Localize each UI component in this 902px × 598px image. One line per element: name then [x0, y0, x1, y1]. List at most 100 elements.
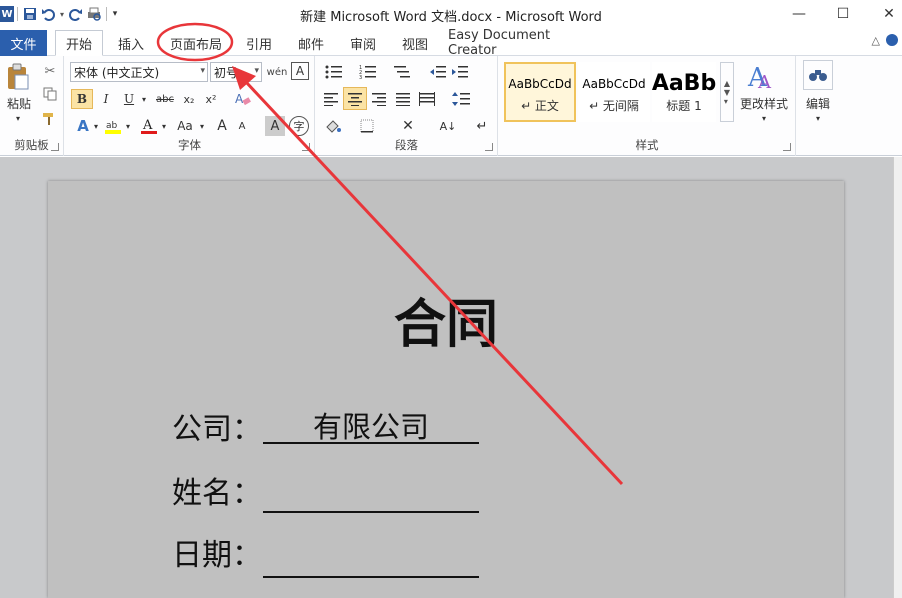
- tab-mailings[interactable]: 邮件: [292, 30, 330, 56]
- enclose-characters-button[interactable]: 字: [289, 116, 309, 136]
- paste-dropdown-icon[interactable]: ▾: [12, 112, 24, 124]
- tab-insert[interactable]: 插入: [110, 30, 152, 56]
- clear-formatting-icon[interactable]: A: [233, 89, 253, 109]
- font-size-dropdown-icon[interactable]: ▾: [254, 66, 259, 76]
- style-heading-1-label: 标题 1: [666, 98, 702, 113]
- date-label: 日期：: [172, 538, 262, 573]
- styles-scroll-icon[interactable]: ▲ ▼ ▾: [720, 62, 734, 122]
- clipboard-group: 粘贴 ▾ ✂ 剪贴板: [0, 56, 64, 156]
- cut-icon[interactable]: ✂: [40, 62, 60, 80]
- tab-easy-document-creator[interactable]: Easy Document Creator: [448, 28, 598, 58]
- vertical-scrollbar[interactable]: [893, 157, 902, 598]
- font-name-dropdown-icon[interactable]: ▾: [200, 66, 205, 76]
- strikethrough-button[interactable]: abc: [153, 89, 177, 109]
- font-group: 宋体 (中文正文) ▾ 初号 ▾ wén A B I U ▾ abc x₂ x²…: [65, 56, 315, 156]
- grow-font-button[interactable]: A: [213, 116, 231, 136]
- paste-icon[interactable]: [4, 62, 32, 92]
- paragraph-launcher-icon[interactable]: [485, 143, 493, 151]
- italic-button[interactable]: I: [96, 89, 116, 109]
- maximize-button[interactable]: ☐: [820, 0, 866, 28]
- clipboard-launcher-icon[interactable]: [51, 143, 59, 151]
- tab-file[interactable]: 文件: [0, 30, 47, 56]
- editing-group: 编辑 ▾: [797, 56, 839, 156]
- help-icon[interactable]: [886, 34, 898, 46]
- editing-dropdown-icon[interactable]: ▾: [812, 112, 824, 124]
- editing-button[interactable]: 编辑: [799, 94, 837, 112]
- decrease-indent-icon[interactable]: [428, 62, 448, 82]
- justify-icon[interactable]: [392, 89, 414, 109]
- change-case-button[interactable]: Aa: [173, 116, 197, 136]
- superscript-button[interactable]: x²: [201, 89, 221, 109]
- show-formatting-marks-icon[interactable]: ↵: [472, 116, 492, 136]
- document-page[interactable]: [48, 181, 844, 598]
- tab-page-layout[interactable]: 页面布局: [163, 30, 229, 56]
- character-shading-icon[interactable]: A: [265, 116, 285, 136]
- chinese-layout-icon[interactable]: ✕: [396, 116, 420, 136]
- svg-text:A: A: [235, 92, 244, 106]
- sort-icon[interactable]: A↓: [438, 116, 458, 136]
- font-name-combo[interactable]: 宋体 (中文正文) ▾: [70, 62, 208, 82]
- font-size-combo[interactable]: 初号 ▾: [210, 62, 262, 82]
- close-button[interactable]: ✕: [866, 0, 902, 28]
- increase-indent-icon[interactable]: [450, 62, 470, 82]
- line-spacing-icon[interactable]: [450, 89, 472, 109]
- font-name-value: 宋体 (中文正文): [74, 65, 160, 80]
- shading-icon[interactable]: [322, 116, 344, 136]
- styles-group: AaBbCcDd ↵ 正文 AaBbCcDd ↵ 无间隔 AaBb 标题 1 ▲…: [499, 56, 796, 156]
- character-border-icon[interactable]: A: [291, 62, 309, 80]
- font-color-dropdown-icon[interactable]: ▾: [159, 116, 169, 136]
- minimize-button[interactable]: —: [776, 0, 822, 28]
- styles-group-label: 样式: [635, 138, 659, 152]
- align-left-icon[interactable]: [320, 89, 342, 109]
- style-heading-1[interactable]: AaBb 标题 1: [652, 62, 716, 122]
- text-effects-dropdown-icon[interactable]: ▾: [91, 116, 101, 136]
- change-styles-dropdown-icon[interactable]: ▾: [758, 112, 770, 124]
- change-styles-icon[interactable]: AA: [742, 60, 782, 94]
- style-no-spacing[interactable]: AaBbCcDd ↵ 无间隔: [578, 62, 650, 122]
- tab-review[interactable]: 审阅: [344, 30, 382, 56]
- multilevel-list-icon[interactable]: [390, 62, 414, 82]
- name-underline: [263, 511, 479, 513]
- change-case-dropdown-icon[interactable]: ▾: [197, 116, 207, 136]
- ribbon: 粘贴 ▾ ✂ 剪贴板 宋体 (中文正文) ▾ 初号 ▾ wén A B I U …: [0, 56, 902, 156]
- highlight-dropdown-icon[interactable]: ▾: [123, 116, 133, 136]
- find-binoculars-icon[interactable]: [803, 60, 833, 90]
- document-title: 合同: [393, 294, 498, 355]
- tab-references[interactable]: 引用: [240, 30, 278, 56]
- font-color-icon[interactable]: A: [139, 116, 159, 136]
- style-normal[interactable]: AaBbCcDd ↵ 正文: [504, 62, 576, 122]
- borders-icon[interactable]: [356, 116, 378, 136]
- underline-dropdown-icon[interactable]: ▾: [139, 89, 149, 109]
- phonetic-guide-icon[interactable]: wén: [267, 62, 288, 82]
- text-effects-icon[interactable]: A: [73, 116, 93, 136]
- styles-launcher-icon[interactable]: [783, 143, 791, 151]
- tab-home[interactable]: 开始: [55, 30, 103, 56]
- style-heading-1-sample: AaBb: [652, 71, 716, 96]
- bullets-icon[interactable]: [322, 62, 346, 82]
- company-value: 有限公司: [312, 410, 429, 444]
- underline-button[interactable]: U: [119, 89, 139, 109]
- align-right-icon[interactable]: [368, 89, 390, 109]
- highlight-color-icon[interactable]: ab: [103, 116, 123, 136]
- numbering-icon[interactable]: 123: [356, 62, 380, 82]
- distributed-icon[interactable]: [416, 89, 438, 109]
- style-no-spacing-sample: AaBbCcDd: [582, 76, 646, 91]
- minimize-ribbon-icon[interactable]: △: [872, 34, 880, 47]
- paste-button[interactable]: 粘贴: [2, 94, 36, 112]
- copy-icon[interactable]: [40, 85, 60, 103]
- align-center-icon[interactable]: [343, 87, 367, 110]
- bold-button[interactable]: B: [71, 89, 93, 109]
- change-styles-button[interactable]: 更改样式: [737, 94, 791, 112]
- format-painter-icon[interactable]: [40, 110, 60, 128]
- ribbon-tabs: 文件 开始 插入 页面布局 引用 邮件 审阅 视图 Easy Document …: [0, 28, 902, 58]
- style-no-spacing-label: ↵ 无间隔: [589, 98, 639, 113]
- font-launcher-icon[interactable]: [302, 143, 310, 151]
- shrink-font-button[interactable]: A: [233, 116, 251, 136]
- name-label: 姓名：: [172, 476, 262, 511]
- subscript-button[interactable]: x₂: [179, 89, 199, 109]
- paragraph-group-label: 段落: [395, 138, 418, 152]
- svg-text:3: 3: [359, 75, 362, 79]
- tab-view[interactable]: 视图: [396, 30, 434, 56]
- date-underline: [263, 576, 479, 578]
- font-size-value: 初号: [214, 65, 239, 80]
